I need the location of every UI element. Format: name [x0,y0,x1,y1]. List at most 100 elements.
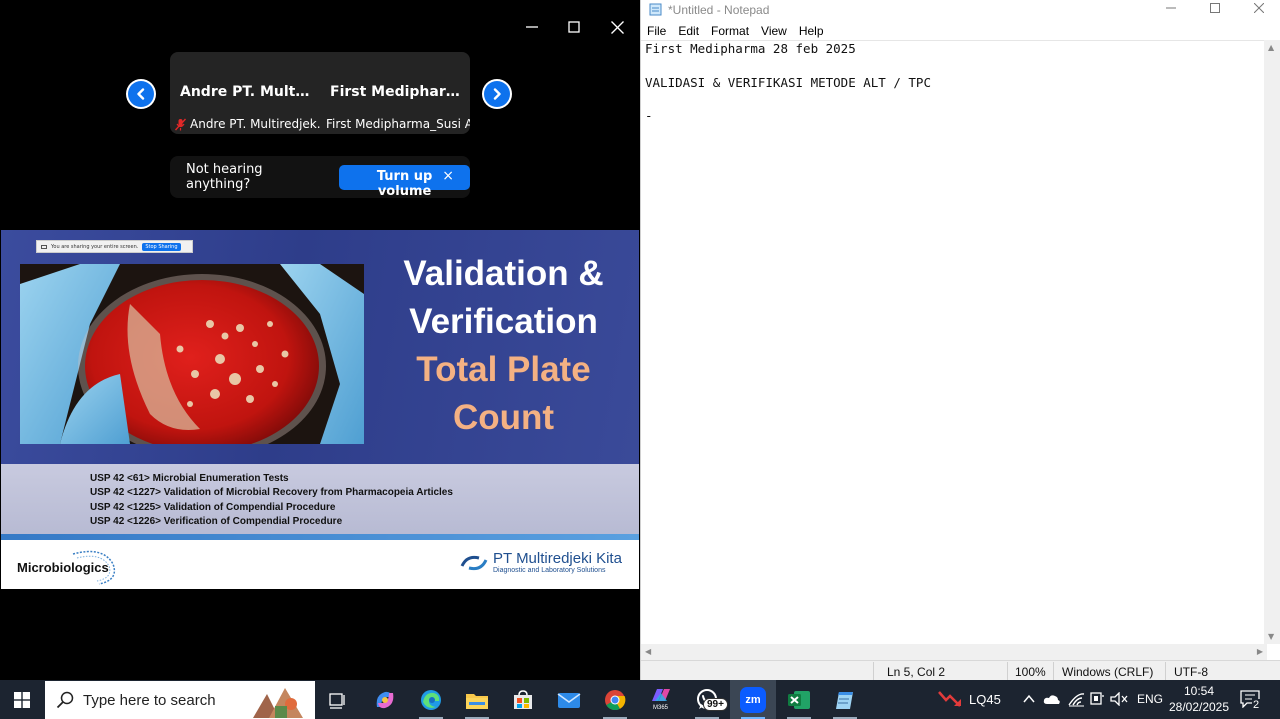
chevron-left-icon [137,88,145,100]
volume-muted-icon[interactable] [1110,692,1128,706]
store-icon [514,689,532,709]
chrome-button[interactable] [592,680,638,719]
pt-multiredjeki-mark-icon [460,555,488,571]
participant-full-name: Andre PT. Multiredjek... [190,117,320,131]
notepad-icon [836,691,853,709]
menu-format[interactable]: Format [711,22,756,40]
slide-header: You are sharing your entire screen. Stop… [1,230,639,464]
file-explorer-button[interactable] [454,680,500,719]
chevron-right-icon [493,88,501,100]
close-button[interactable] [602,14,632,40]
close-icon [1254,3,1264,13]
banner-close-icon[interactable]: × [442,168,454,184]
status-divider [1053,662,1054,680]
microbiologics-swirl-icon [72,550,116,585]
notepad-maximize-button[interactable] [1195,0,1235,16]
onedrive-cloud-icon[interactable] [1043,693,1061,705]
start-button[interactable] [0,680,44,719]
mail-icon [557,692,581,708]
next-page-button[interactable] [482,79,512,109]
stock-chart-icon[interactable] [938,688,964,710]
menu-view[interactable]: View [761,22,794,40]
zoom-app-label: zm [745,693,761,706]
volume-banner-text: Not hearing anything? [186,162,263,192]
slide-references: USP 42 <61> Microbial Enumeration Tests … [1,464,639,536]
whatsapp-button[interactable]: 99+ [684,680,730,719]
slide-footer: Microbiologics PT Multiredjeki Kita Diag… [1,540,639,589]
slide-subtitle-line: Count [452,398,555,437]
clock-time: 10:54 [1183,684,1215,698]
horizontal-scrollbar[interactable]: ◀ ▶ [641,644,1267,660]
minimize-button[interactable] [517,14,547,40]
menu-edit[interactable]: Edit [678,22,706,40]
edge-button[interactable] [408,680,454,719]
zoom-level: 100% [1015,665,1046,679]
notepad-text-area[interactable]: First Medipharma 28 feb 2025 VALIDASI & … [641,40,1267,644]
search-icon [56,691,74,709]
close-icon [610,20,624,34]
monitor-icon [41,244,47,249]
copilot-button[interactable] [362,680,408,719]
previous-page-button[interactable] [126,79,156,109]
maximize-button[interactable] [559,14,589,40]
windows-logo-icon [14,691,30,708]
search-placeholder: Type here to search [83,691,216,709]
scroll-up-icon[interactable]: ▲ [1268,43,1274,52]
excel-icon [788,690,810,709]
notepad-statusbar: Ln 5, Col 2 100% Windows (CRLF) UTF-8 [641,660,1280,680]
notepad-taskbar-button[interactable] [822,680,868,719]
reference-item: USP 42 <1227> Validation of Microbial Re… [90,487,453,499]
encoding: UTF-8 [1174,665,1208,679]
participant-full-name: First Medipharma_Susi A... [326,117,470,131]
battery-meeting-icon[interactable] [1089,691,1105,707]
participant-tile[interactable]: Andre PT. Multir... Andre PT. Multiredje… [170,52,320,134]
participant-display-name: First Medipharm... [330,84,470,100]
menu-file[interactable]: File [647,22,673,40]
status-divider [873,662,874,680]
menu-help[interactable]: Help [799,22,831,40]
taskbar-search-box[interactable]: Type here to search [45,681,315,719]
maximize-icon [568,21,580,33]
participant-strip: Andre PT. Multir... Andre PT. Multiredje… [170,52,470,134]
folder-icon [466,693,488,709]
m365-label: M365 [653,705,669,711]
vertical-scrollbar[interactable]: ▲ ▼ [1264,40,1280,644]
mic-muted-icon [174,118,187,131]
participant-name-label: Andre PT. Multiredjek... [174,117,320,131]
notepad-app-icon [649,3,662,16]
mail-button[interactable] [546,680,592,719]
taskbar-clock[interactable]: 10:54 28/02/2025 [1164,683,1234,715]
notepad-menubar: File Edit Format View Help [641,22,1280,40]
notepad-close-button[interactable] [1239,0,1279,16]
participant-tile[interactable]: First Medipharm... First Medipharma_Susi… [320,52,470,134]
notepad-title: *Untitled - Notepad [668,3,770,17]
input-language[interactable]: ENG [1137,692,1163,706]
pt-logo-tagline: Diagnostic and Laboratory Solutions [493,567,606,574]
notepad-minimize-button[interactable] [1151,0,1191,16]
shared-screen: You are sharing your entire screen. Stop… [1,230,639,589]
minimize-icon [1166,7,1176,9]
wifi-icon[interactable] [1067,691,1085,707]
microsoft-store-button[interactable] [500,680,546,719]
scroll-right-icon[interactable]: ▶ [1257,647,1263,656]
status-divider [1007,662,1008,680]
taskbar: Type here to search M365 99+ zm LQ45 ENG… [0,680,1280,719]
edge-icon [421,689,441,710]
microsoft-365-button[interactable]: M365 [638,680,684,719]
sharing-indicator: You are sharing your entire screen. Stop… [36,240,193,253]
participant-display-name: Andre PT. Multir... [180,84,320,100]
stop-sharing-button[interactable]: Stop Sharing [142,242,181,251]
excel-button[interactable] [776,680,822,719]
zoom-button[interactable]: zm [730,680,776,719]
slide-title-line: Verification [409,302,598,341]
line-ending: Windows (CRLF) [1062,665,1154,679]
slide-subtitle-line: Total Plate [416,350,591,389]
scroll-down-icon[interactable]: ▼ [1268,632,1274,641]
notepad-titlebar[interactable]: *Untitled - Notepad [641,0,1280,20]
scroll-left-icon[interactable]: ◀ [645,647,651,656]
chrome-icon [605,689,626,710]
stock-ticker[interactable]: LQ45 [969,692,1001,707]
chevron-up-icon[interactable] [1023,694,1035,704]
task-view-button[interactable] [314,680,360,719]
volume-banner: Not hearing anything? Turn up volume × [170,156,470,199]
